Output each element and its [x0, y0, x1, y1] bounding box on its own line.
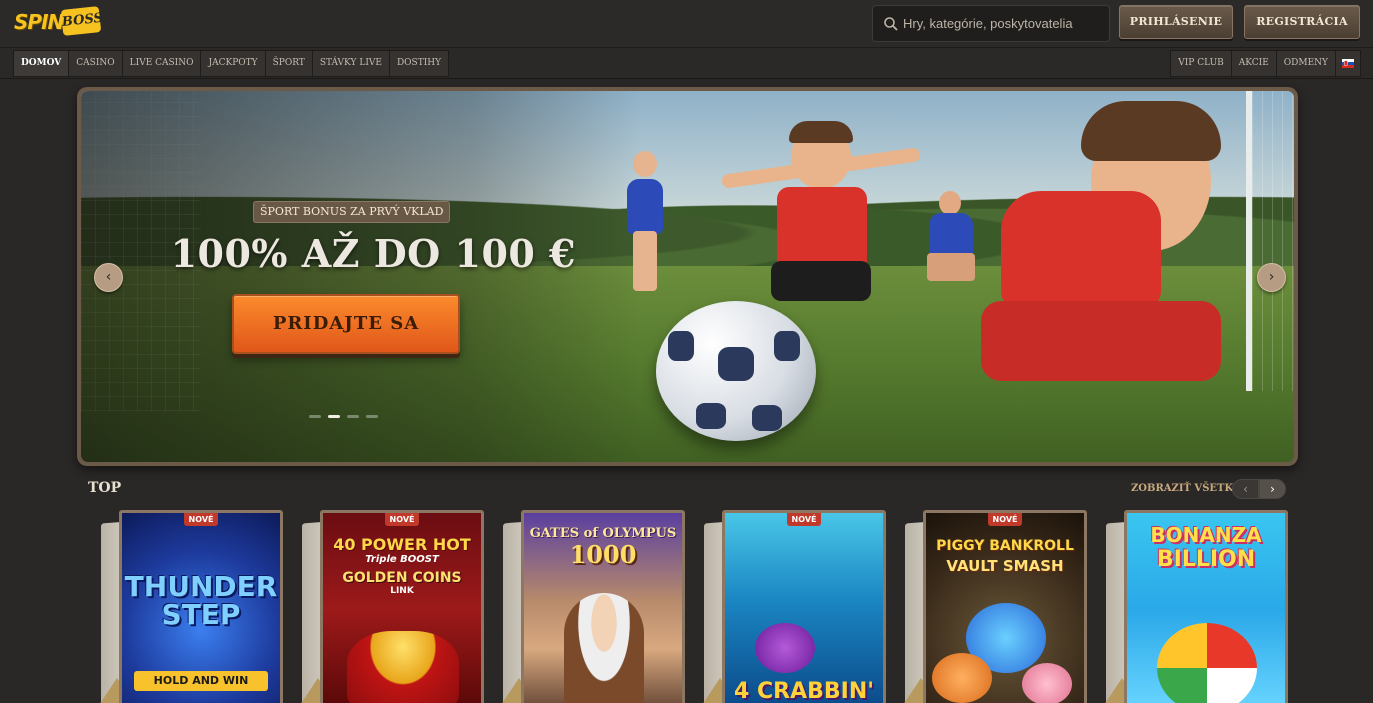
game-thumbnail[interactable]: NOVÉ 40 POWER HOT Triple BOOST GOLDEN CO…: [320, 510, 484, 703]
nav-item-dostihy[interactable]: DOSTIHY: [388, 50, 450, 77]
nav-item-vip-club[interactable]: VIP CLUB: [1170, 50, 1231, 77]
piggy-orange-image: [932, 653, 992, 703]
candy-wheel-image: [1157, 623, 1257, 703]
game-tile[interactable]: NOVÉ THUNDER STEP HOLD AND WIN: [97, 510, 283, 703]
hero-slide[interactable]: ŠPORT BONUS ZA PRVÝ VKLAD 100% AŽ DO 100…: [81, 91, 1294, 462]
new-badge: NOVÉ: [988, 513, 1022, 526]
nav-item-jackpoty[interactable]: JACKPOTY: [200, 50, 265, 77]
nav-item-stavky-live[interactable]: STÁVKY LIVE: [311, 50, 389, 77]
game-thumbnail[interactable]: NOVÉ PIGGY BANKROLL VAULT SMASH: [923, 510, 1087, 703]
header: SPIN BOSS PRIHLÁSENIE REGISTRÁCIA: [0, 0, 1373, 48]
game-thumbnail[interactable]: NOVÉ THUNDER STEP HOLD AND WIN: [119, 510, 283, 703]
new-badge: NOVÉ: [184, 513, 218, 526]
hero-text-shade: [81, 91, 641, 462]
show-all-link[interactable]: ZOBRAZIŤ VŠETKO: [1131, 483, 1242, 494]
login-button[interactable]: PRIHLÁSENIE: [1119, 5, 1233, 39]
games-pager: ‹ ›: [1232, 479, 1286, 499]
chevron-left-icon[interactable]: ‹: [1232, 479, 1259, 499]
slovak-flag-icon: [1342, 59, 1354, 68]
search-box[interactable]: [872, 5, 1110, 42]
search-icon: [884, 17, 898, 31]
game-subtitle: BILLION: [1156, 547, 1256, 572]
search-input[interactable]: [903, 6, 1103, 41]
nav-right-group: VIP CLUB AKCIE ODMENY: [1170, 50, 1361, 77]
player-red-celebrating: [720, 121, 922, 311]
game-subtitle: HOLD AND WIN: [134, 671, 268, 691]
chevron-right-icon[interactable]: ›: [1259, 479, 1286, 499]
nav-left-group: DOMOV CASINO LIVE CASINO JACKPOTY ŠPORT …: [13, 50, 450, 77]
game-tile[interactable]: NOVÉ 4 CRABBIN': [700, 510, 886, 703]
hero-title: 100% AŽ DO 100 €: [170, 231, 576, 276]
carousel-dot[interactable]: [366, 415, 378, 418]
hero-badge: ŠPORT BONUS ZA PRVÝ VKLAD: [253, 201, 451, 223]
language-selector[interactable]: [1335, 50, 1361, 77]
game-subtitle: VAULT SMASH: [946, 557, 1064, 575]
join-button[interactable]: PRIDAJTE SA: [232, 294, 460, 354]
logo-text: SPIN: [14, 10, 64, 34]
games-row: NOVÉ THUNDER STEP HOLD AND WIN NOVÉ 40 P…: [0, 510, 1373, 703]
register-button[interactable]: REGISTRÁCIA: [1244, 5, 1360, 39]
zeus-image: [564, 593, 644, 703]
logo-badge: BOSS: [60, 6, 104, 36]
game-title: 40 POWER HOT: [333, 535, 471, 554]
carousel-dots: [309, 415, 378, 418]
game-tile[interactable]: NOVÉ 40 POWER HOT Triple BOOST GOLDEN CO…: [298, 510, 484, 703]
game-title: 4 CRABBIN': [734, 679, 874, 703]
piggy-pink-image: [1022, 663, 1072, 703]
player-red-injured: [961, 101, 1291, 401]
carousel-dot[interactable]: [309, 415, 321, 418]
game-tile[interactable]: NOVÉ PIGGY BANKROLL VAULT SMASH: [901, 510, 1087, 703]
game-title: PIGGY BANKROLL: [936, 538, 1074, 554]
section-title-top: TOP: [88, 480, 122, 496]
new-badge: NOVÉ: [787, 513, 821, 526]
hero-banner: ŠPORT BONUS ZA PRVÝ VKLAD 100% AŽ DO 100…: [77, 87, 1298, 466]
nav-item-live-casino[interactable]: LIVE CASINO: [121, 50, 201, 77]
main-nav: DOMOV CASINO LIVE CASINO JACKPOTY ŠPORT …: [0, 48, 1373, 79]
game-thumbnail[interactable]: BONANZA BILLION: [1124, 510, 1288, 703]
gold-pot-image: [347, 631, 459, 703]
game-subtitle-2: GOLDEN COINS: [342, 570, 462, 586]
game-title: GATES of OLYMPUS: [529, 526, 677, 541]
game-title: THUNDER STEP: [124, 570, 278, 631]
nav-item-domov[interactable]: DOMOV: [13, 50, 69, 77]
crab-image: [755, 623, 815, 673]
nav-item-akcie[interactable]: AKCIE: [1230, 50, 1276, 77]
carousel-next-icon[interactable]: ›: [1257, 263, 1286, 292]
carousel-dot[interactable]: [347, 415, 359, 418]
soccer-ball: [656, 301, 816, 441]
game-subtitle-3: LINK: [390, 586, 414, 596]
game-art: [725, 513, 883, 703]
game-subtitle: Triple BOOST: [365, 554, 439, 565]
game-thumbnail[interactable]: NOVÉ 4 CRABBIN': [722, 510, 886, 703]
game-title: BONANZA: [1150, 523, 1262, 547]
new-badge: NOVÉ: [385, 513, 419, 526]
game-subtitle: 1000: [569, 540, 637, 569]
nav-item-casino[interactable]: CASINO: [68, 50, 122, 77]
spinboss-logo[interactable]: SPIN BOSS: [12, 6, 104, 38]
nav-item-odmeny[interactable]: ODMENY: [1275, 50, 1335, 77]
game-thumbnail[interactable]: GATES of OLYMPUS 1000: [521, 510, 685, 703]
game-tile[interactable]: BONANZA BILLION: [1102, 510, 1288, 703]
carousel-prev-icon[interactable]: ‹: [94, 263, 123, 292]
nav-item-sport[interactable]: ŠPORT: [264, 50, 312, 77]
carousel-dot-active[interactable]: [328, 415, 340, 418]
game-tile[interactable]: GATES of OLYMPUS 1000: [499, 510, 685, 703]
